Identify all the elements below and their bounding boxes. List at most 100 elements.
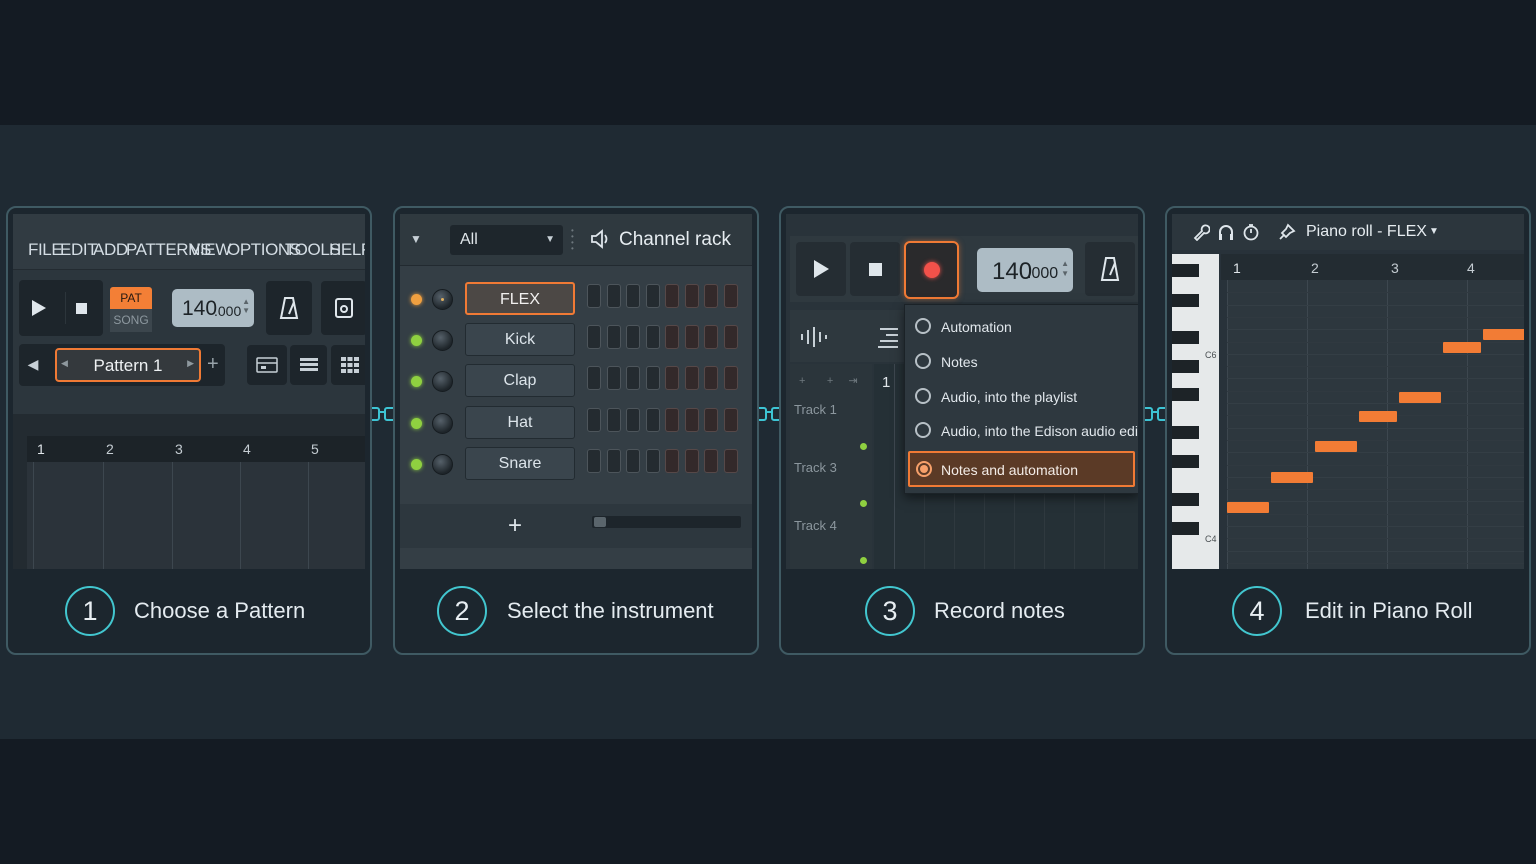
step-pad[interactable] <box>665 449 679 473</box>
tempo-display[interactable]: 140 .000 ▲ ▼ <box>172 289 254 327</box>
black-key[interactable] <box>1172 455 1199 468</box>
step-pad[interactable] <box>684 325 699 349</box>
pat-song-toggle[interactable]: PAT SONG <box>106 282 154 334</box>
black-key[interactable] <box>1172 360 1199 373</box>
step-pad[interactable] <box>723 284 738 308</box>
pattern-right-arrow-icon[interactable]: ▶ <box>187 358 194 369</box>
play-button[interactable] <box>796 242 846 296</box>
rack-scrollbar-thumb[interactable] <box>594 517 606 527</box>
step-pad[interactable] <box>684 366 699 390</box>
step-pad[interactable] <box>704 449 718 473</box>
track-add-icon[interactable]: + + ⇥ <box>799 374 858 387</box>
step-sequencer-grid[interactable] <box>587 272 747 502</box>
step-pad[interactable] <box>626 284 640 308</box>
song-mode-button[interactable]: SONG <box>110 309 152 332</box>
step-pad[interactable] <box>587 408 601 432</box>
step-pad[interactable] <box>704 284 718 308</box>
track-4-led[interactable] <box>860 557 867 564</box>
step-pad[interactable] <box>665 284 679 308</box>
title-dropdown-icon[interactable]: ▼ <box>1429 226 1439 237</box>
track-1-led[interactable] <box>860 443 867 450</box>
black-key[interactable] <box>1172 388 1199 401</box>
step-pad[interactable] <box>723 449 738 473</box>
step-pad[interactable] <box>684 284 699 308</box>
playlist-button[interactable] <box>247 345 287 385</box>
step-pad[interactable] <box>704 366 718 390</box>
piano-keyboard[interactable]: C6 C4 <box>1172 254 1219 569</box>
step-pad[interactable] <box>587 284 601 308</box>
note-block[interactable] <box>1359 410 1397 422</box>
note-block[interactable] <box>1227 502 1269 513</box>
stop-button[interactable] <box>65 292 97 324</box>
channel-led-kick[interactable] <box>411 335 422 346</box>
step-pad[interactable] <box>587 366 601 390</box>
option-automation[interactable]: Automation <box>905 311 1138 341</box>
channel-led-hat[interactable] <box>411 418 422 429</box>
step-pad[interactable] <box>587 325 601 349</box>
channel-led-snare[interactable] <box>411 459 422 470</box>
step-pad[interactable] <box>723 408 738 432</box>
waveform-icon[interactable] <box>800 326 832 348</box>
stop-button[interactable] <box>850 242 900 296</box>
channel-knob-flex[interactable] <box>432 289 453 310</box>
menu-view[interactable]: VIEW <box>189 240 231 260</box>
step-pad[interactable] <box>645 284 660 308</box>
drag-handle-icon[interactable]: • • • • <box>571 227 574 253</box>
step-pad[interactable] <box>645 366 660 390</box>
step-pad[interactable] <box>665 366 679 390</box>
channel-button-snare[interactable]: Snare <box>465 447 575 480</box>
black-key[interactable] <box>1172 294 1199 307</box>
capture-button[interactable] <box>321 281 365 335</box>
channel-knob-clap[interactable] <box>432 371 453 392</box>
black-key[interactable] <box>1172 264 1199 277</box>
pat-mode-button[interactable]: PAT <box>110 287 152 309</box>
step-pad[interactable] <box>645 408 660 432</box>
channel-button-hat[interactable]: Hat <box>465 406 575 439</box>
channel-button-flex[interactable]: FLEX <box>465 282 575 315</box>
snap-icon[interactable] <box>876 326 900 348</box>
option-notes-and-automation[interactable]: Notes and automation <box>908 451 1135 487</box>
wrench-icon[interactable] <box>1192 223 1210 241</box>
menu-file[interactable]: FILE <box>28 240 63 260</box>
step-pad[interactable] <box>665 408 679 432</box>
step-pad[interactable] <box>645 449 660 473</box>
channel-knob-snare[interactable] <box>432 454 453 475</box>
step-pad[interactable] <box>626 408 640 432</box>
black-key[interactable] <box>1172 426 1199 439</box>
step-pad[interactable] <box>606 366 621 390</box>
step-pad[interactable] <box>587 449 601 473</box>
add-channel-button[interactable]: + <box>508 512 522 540</box>
playlist-grid[interactable] <box>27 462 365 569</box>
rack-menu-arrow-icon[interactable]: ▼ <box>410 232 422 246</box>
step-pad[interactable] <box>665 325 679 349</box>
note-block[interactable] <box>1399 392 1441 403</box>
channel-knob-kick[interactable] <box>432 330 453 351</box>
step-pad[interactable] <box>606 284 621 308</box>
option-audio-edison[interactable]: Audio, into the Edison audio editor <box>905 415 1138 445</box>
step-pad[interactable] <box>723 325 738 349</box>
option-notes[interactable]: Notes <box>905 346 1138 376</box>
note-block[interactable] <box>1315 441 1357 452</box>
track-3-led[interactable] <box>860 500 867 507</box>
step-pad[interactable] <box>723 366 738 390</box>
black-key[interactable] <box>1172 522 1199 535</box>
step-pad[interactable] <box>684 449 699 473</box>
channel-filter-dropdown[interactable]: All ▼ <box>450 225 563 255</box>
step-pad[interactable] <box>684 408 699 432</box>
step-pad[interactable] <box>704 325 718 349</box>
step-pad[interactable] <box>626 366 640 390</box>
step-pad[interactable] <box>626 325 640 349</box>
timer-icon[interactable] <box>1242 223 1260 241</box>
note-block[interactable] <box>1271 471 1313 483</box>
pin-icon[interactable] <box>1278 223 1296 241</box>
headphones-icon[interactable] <box>1217 223 1235 241</box>
tempo-display[interactable]: 140 .000 ▲ ▼ <box>977 248 1073 292</box>
note-block[interactable] <box>1443 341 1481 353</box>
mixer-button[interactable] <box>290 345 327 385</box>
record-button[interactable] <box>904 241 959 299</box>
step-pad[interactable] <box>606 325 621 349</box>
channel-led-flex[interactable] <box>411 294 422 305</box>
prev-pattern-icon[interactable]: ◀ <box>26 354 40 374</box>
menu-add[interactable]: ADD <box>93 240 128 260</box>
note-block[interactable] <box>1483 329 1524 340</box>
